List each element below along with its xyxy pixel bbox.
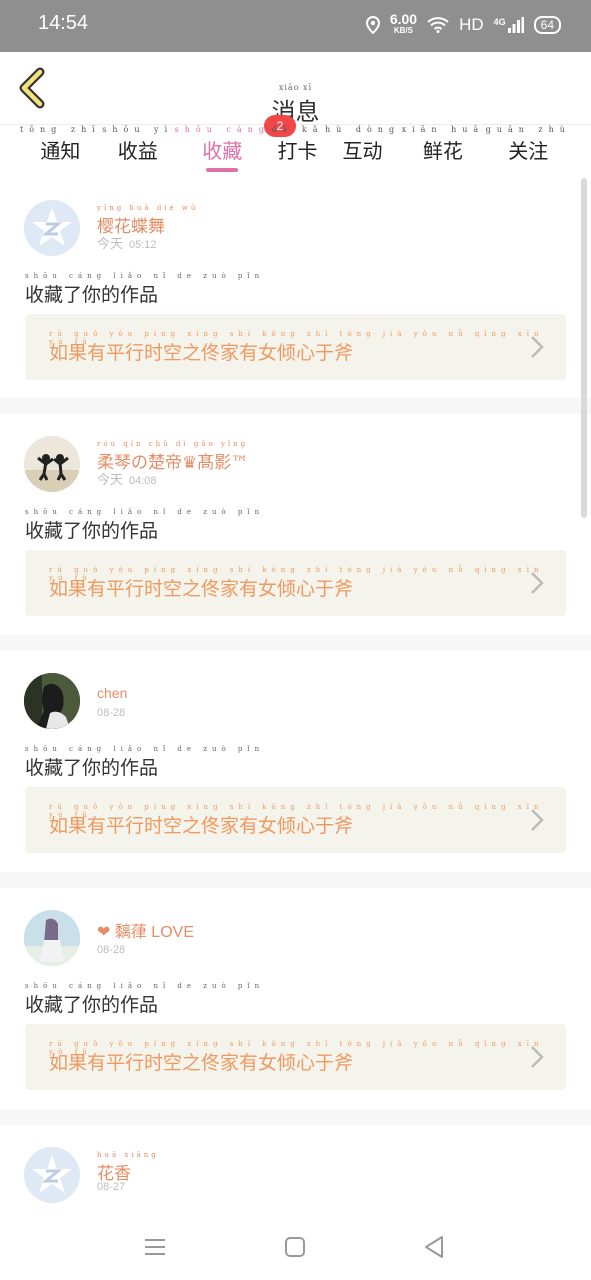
status-bar: 14:54 6.00 KB/S HD 4G 64 <box>0 0 591 52</box>
home-icon[interactable] <box>280 1232 310 1262</box>
tab-bar: tōng zhī 通知 shōu yì 收益 shōu cáng 收藏 2 dǎ… <box>0 115 591 175</box>
list-item: huā xiāng 花香 08-27 <box>0 1125 591 1225</box>
hd-indicator: HD <box>459 15 484 34</box>
list-item: ❤ 黐葎 LOVE 08-28 shōu cáng liǎo nǐ de zuò… <box>0 888 591 1109</box>
chevron-right-icon <box>531 572 544 594</box>
header: xiāo xī 消息 <box>0 52 591 126</box>
message-list: yīng huā dié wǔ 樱花蝶舞 今天 05:12 shōu cáng l… <box>0 178 591 1225</box>
action-text: shōu cáng liǎo nǐ de zuò pǐn 收藏了你的作品 <box>25 745 265 779</box>
tab-notifications[interactable]: tōng zhī 通知 <box>20 125 101 175</box>
tab-earnings[interactable]: shōu yì 收益 <box>102 125 173 175</box>
user-photo-icon <box>24 673 80 729</box>
user-name[interactable]: chen <box>97 685 127 701</box>
page-title: xiāo xī 消息 <box>271 83 320 126</box>
avatar[interactable] <box>24 673 80 729</box>
system-nav-bar <box>0 1212 591 1280</box>
user-photo-icon <box>24 436 80 492</box>
tab-active-indicator <box>206 168 239 172</box>
message-time: 08-27 <box>97 1181 126 1193</box>
work-link[interactable]: rú guǒ yǒu píng xíng shí kōng zhī tóng j… <box>25 314 566 380</box>
chevron-right-icon <box>531 809 544 831</box>
message-time: 今天 04:08 <box>97 473 157 488</box>
divider <box>0 872 591 888</box>
tab-flowers[interactable]: xiān huā 鲜花 <box>402 125 485 175</box>
message-time: 08-28 <box>97 944 126 956</box>
list-item: chen 08-28 shōu cáng liǎo nǐ de zuò pǐn … <box>0 651 591 872</box>
network-speed: 6.00 KB/S <box>389 11 418 35</box>
message-time: 08-28 <box>97 707 126 719</box>
divider <box>0 398 591 414</box>
list-item: yīng huā dié wǔ 樱花蝶舞 今天 05:12 shōu cáng l… <box>0 178 591 398</box>
avatar[interactable] <box>24 200 80 256</box>
signal-icon <box>507 17 524 33</box>
message-time: 今天 05:12 <box>97 237 157 252</box>
tab-follow[interactable]: guān zhù 关注 <box>486 125 571 175</box>
chevron-right-icon <box>531 336 544 358</box>
avatar[interactable] <box>24 436 80 492</box>
action-text: shōu cáng liǎo nǐ de zuò pǐn 收藏了你的作品 <box>25 508 265 542</box>
menu-icon[interactable] <box>140 1232 170 1262</box>
user-name[interactable]: ❤ 黐葎 LOVE <box>97 918 194 942</box>
status-time: 14:54 <box>38 12 89 34</box>
work-link[interactable]: rú guǒ yǒu píng xíng shí kōng zhī tóng j… <box>25 550 566 616</box>
divider <box>0 635 591 651</box>
tab-interaction[interactable]: hù dòng 互动 <box>325 125 400 175</box>
back-triangle-icon[interactable] <box>420 1232 450 1262</box>
list-item: róu qín chǔ dì gāo yǐng 柔琴の楚帝♛髙影™ 今天 04:0… <box>0 414 591 635</box>
divider <box>0 1109 591 1125</box>
user-name[interactable]: huā xiāng 花香 <box>97 1151 159 1184</box>
location-icon <box>365 16 380 34</box>
scrollbar[interactable] <box>581 178 587 518</box>
chevron-right-icon <box>531 1046 544 1068</box>
avatar[interactable] <box>24 910 80 966</box>
signal-indicator: 4G <box>494 17 524 33</box>
work-link[interactable]: rú guǒ yǒu píng xíng shí kōng zhī tóng j… <box>25 787 566 853</box>
default-avatar-icon <box>24 1147 80 1203</box>
action-text: shōu cáng liǎo nǐ de zuò pǐn 收藏了你的作品 <box>25 982 265 1016</box>
tab-checkin[interactable]: dǎ kǎ 打卡 <box>271 125 323 175</box>
default-avatar-icon <box>24 200 80 256</box>
battery-indicator: 64 <box>533 16 561 34</box>
work-link[interactable]: rú guǒ yǒu píng xíng shí kōng zhī tóng j… <box>25 1024 566 1090</box>
avatar[interactable] <box>24 1147 80 1203</box>
wifi-icon <box>427 17 449 33</box>
tab-favorites[interactable]: shōu cáng 收藏 2 <box>175 115 296 175</box>
action-text: shōu cáng liǎo nǐ de zuò pǐn 收藏了你的作品 <box>25 272 265 306</box>
status-icons: 6.00 KB/S HD 4G 64 <box>365 11 561 36</box>
user-photo-icon <box>24 910 80 966</box>
